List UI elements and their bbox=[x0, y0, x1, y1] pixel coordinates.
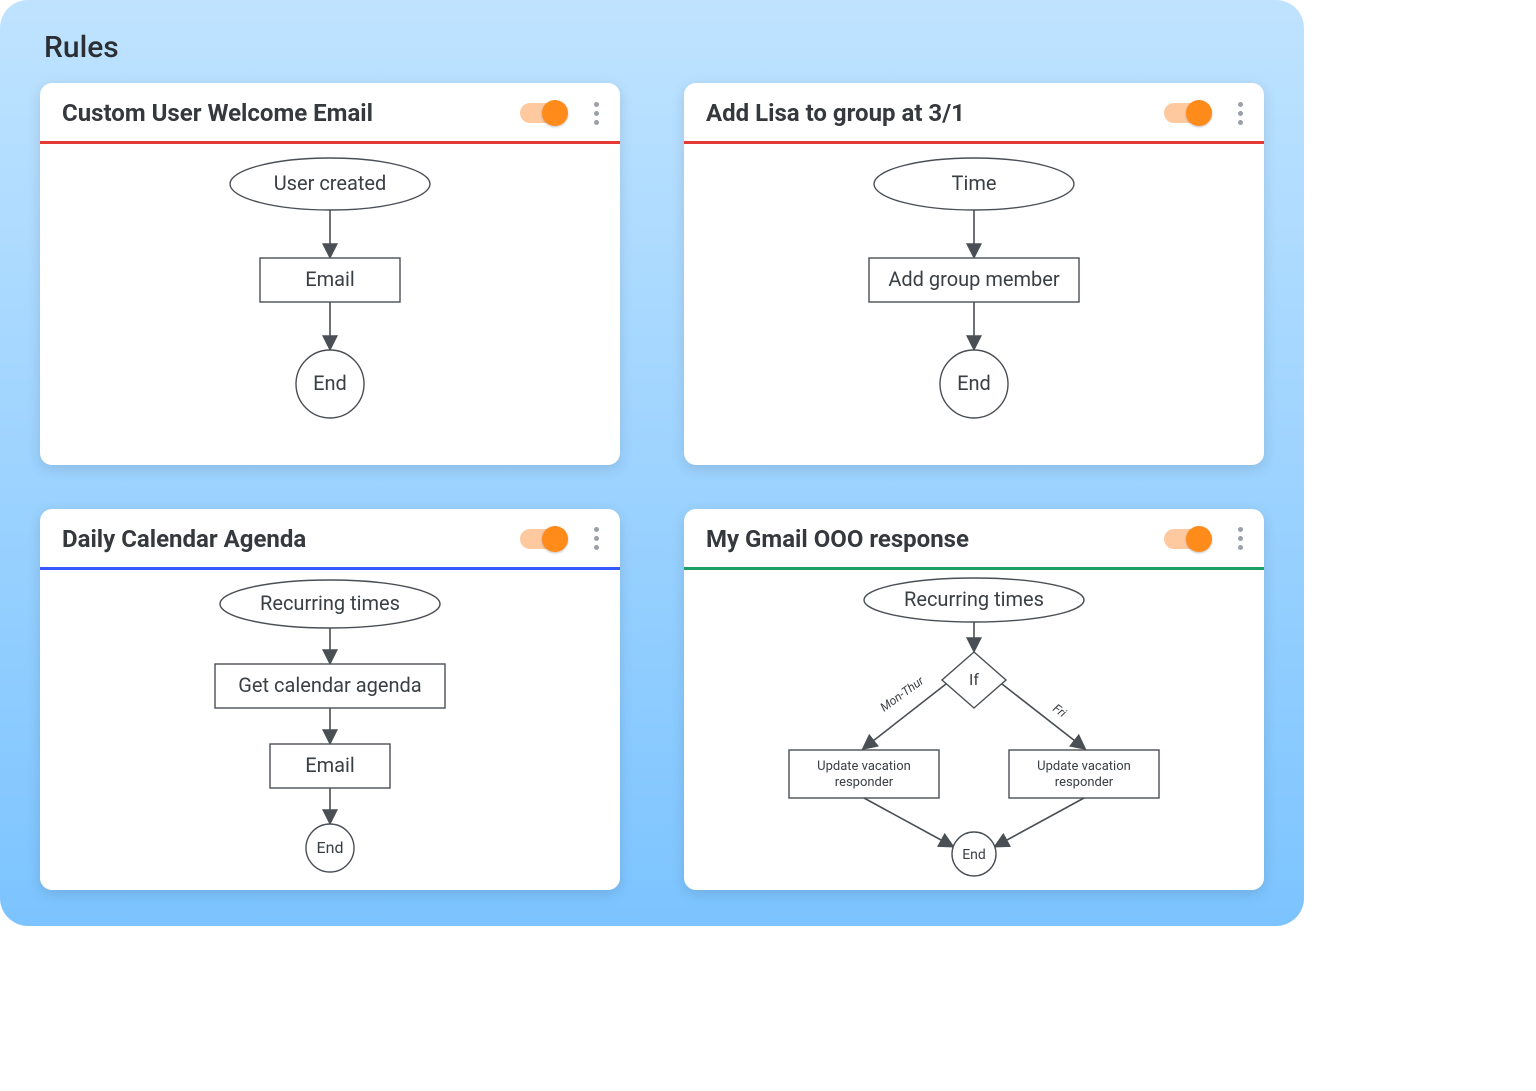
card-title: Daily Calendar Agenda bbox=[62, 525, 306, 553]
overflow-menu-icon[interactable] bbox=[1228, 97, 1252, 129]
rule-card-lisa[interactable]: Add Lisa to group at 3/1 Time Add group … bbox=[684, 83, 1264, 465]
rule-toggle[interactable] bbox=[520, 103, 566, 123]
card-body: Recurring times Get calendar agenda Emai… bbox=[40, 570, 620, 891]
action-node bbox=[789, 750, 939, 798]
action-label-line1: Update vacation bbox=[817, 759, 911, 774]
action-label: Email bbox=[305, 267, 355, 291]
branch-label-right: Fri bbox=[1050, 701, 1069, 720]
action-label-line2: responder bbox=[1055, 775, 1114, 790]
overflow-menu-icon[interactable] bbox=[584, 97, 608, 129]
card-body: Time Add group member End bbox=[684, 144, 1264, 465]
card-header-actions bbox=[1164, 523, 1252, 555]
rule-toggle[interactable] bbox=[520, 529, 566, 549]
card-header-actions bbox=[1164, 97, 1252, 129]
card-header-actions bbox=[520, 97, 608, 129]
action-label: Email bbox=[305, 753, 355, 777]
flow-diagram: Time Add group member End bbox=[684, 144, 1264, 444]
flow-diagram: Recurring times If Mon-Thur Update vacat… bbox=[684, 570, 1264, 890]
trigger-label: User created bbox=[274, 171, 387, 195]
card-body: User created Email End bbox=[40, 144, 620, 465]
action-label: Add group member bbox=[888, 267, 1060, 291]
end-label: End bbox=[962, 847, 986, 863]
rule-card-welcome[interactable]: Custom User Welcome Email User created bbox=[40, 83, 620, 465]
overflow-menu-icon[interactable] bbox=[1228, 523, 1252, 555]
trigger-label: Recurring times bbox=[904, 587, 1044, 611]
rule-toggle[interactable] bbox=[1164, 529, 1210, 549]
trigger-label: Recurring times bbox=[260, 591, 400, 615]
page-title: Rules bbox=[44, 30, 1264, 65]
action-label-line2: responder bbox=[835, 775, 894, 790]
end-label: End bbox=[957, 371, 991, 395]
card-body: Recurring times If Mon-Thur Update vacat… bbox=[684, 570, 1264, 891]
flow-diagram: Recurring times Get calendar agenda Emai… bbox=[40, 570, 620, 890]
action-node bbox=[1009, 750, 1159, 798]
flow-arrow bbox=[1002, 684, 1084, 748]
rules-panel: Rules Custom User Welcome Email Us bbox=[0, 0, 1304, 926]
card-header: Add Lisa to group at 3/1 bbox=[684, 83, 1264, 141]
end-label: End bbox=[313, 371, 347, 395]
end-label: End bbox=[317, 838, 344, 857]
action-label: Get calendar agenda bbox=[238, 673, 421, 697]
action-label-line1: Update vacation bbox=[1037, 759, 1131, 774]
rule-card-agenda[interactable]: Daily Calendar Agenda Recurring times Ge… bbox=[40, 509, 620, 891]
card-header: Daily Calendar Agenda bbox=[40, 509, 620, 567]
card-header: My Gmail OOO response bbox=[684, 509, 1264, 567]
card-header: Custom User Welcome Email bbox=[40, 83, 620, 141]
rule-toggle[interactable] bbox=[1164, 103, 1210, 123]
flow-arrow bbox=[864, 798, 952, 846]
rule-card-ooo[interactable]: My Gmail OOO response Recurring times bbox=[684, 509, 1264, 891]
rules-grid: Custom User Welcome Email User created bbox=[40, 83, 1264, 890]
flow-diagram: User created Email End bbox=[40, 144, 620, 444]
trigger-label: Time bbox=[952, 171, 997, 195]
card-title: My Gmail OOO response bbox=[706, 525, 969, 553]
card-title: Add Lisa to group at 3/1 bbox=[706, 99, 965, 127]
card-title: Custom User Welcome Email bbox=[62, 99, 373, 127]
flow-arrow bbox=[996, 798, 1084, 846]
card-header-actions bbox=[520, 523, 608, 555]
overflow-menu-icon[interactable] bbox=[584, 523, 608, 555]
condition-label: If bbox=[969, 670, 979, 689]
branch-label-left: Mon-Thur bbox=[878, 672, 928, 713]
